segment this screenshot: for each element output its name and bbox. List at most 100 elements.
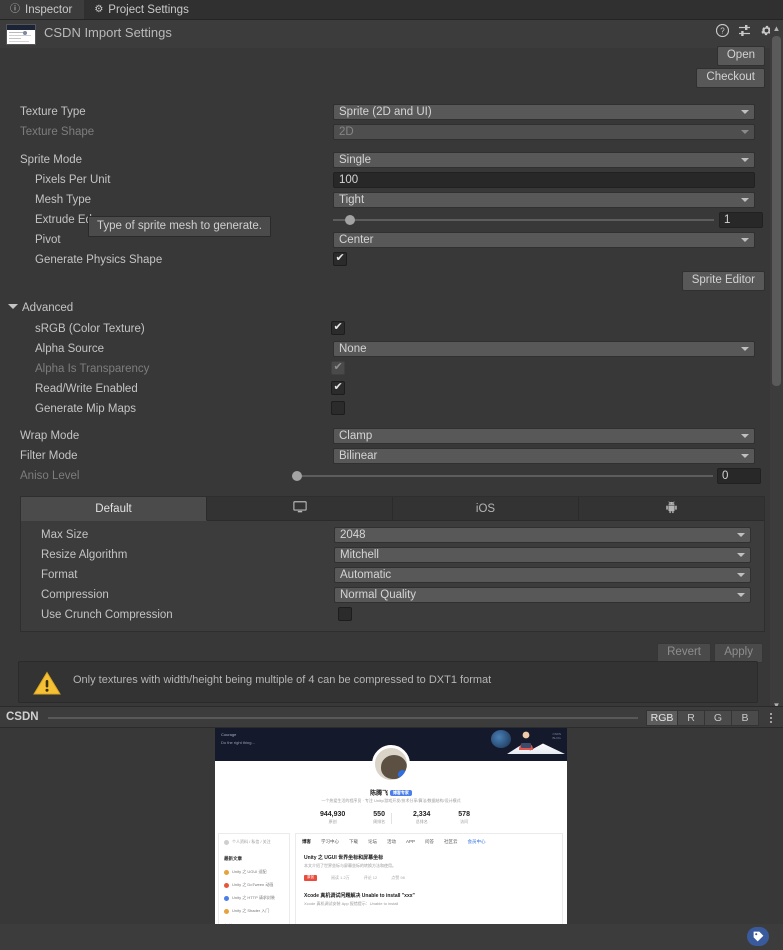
row-read-write-enabled: Read/Write Enabled bbox=[0, 379, 770, 399]
field-texture-type[interactable]: Sprite (2D and UI) bbox=[333, 104, 755, 120]
use-crunch-compression-checkbox[interactable] bbox=[338, 607, 352, 621]
field-pivot[interactable]: Center bbox=[333, 232, 755, 248]
label-generate-physics-shape: Generate Physics Shape bbox=[35, 254, 163, 266]
field-compression[interactable]: Normal Quality bbox=[334, 587, 751, 603]
profile-name-text: 陈腾飞 bbox=[370, 791, 389, 797]
preview-bar-divider bbox=[48, 717, 638, 719]
sidebar-heading: 最新文章 bbox=[224, 856, 242, 861]
sprite-mode-dropdown[interactable]: Single bbox=[333, 152, 755, 168]
field-wrap-mode[interactable]: Clamp bbox=[333, 428, 755, 444]
chevron-down-icon bbox=[737, 553, 745, 557]
compression-dropdown[interactable]: Normal Quality bbox=[334, 587, 751, 603]
preview-left-panel: 个人资料 / 私信 / 关注 最新文章 Unity 之 UGUI 适配 Unit… bbox=[218, 833, 290, 931]
scroll-up-icon[interactable]: ▲ bbox=[770, 22, 783, 35]
sprite-editor-button[interactable]: Sprite Editor bbox=[681, 271, 765, 291]
label-sprite-mode: Sprite Mode bbox=[20, 154, 83, 166]
mesh-type-dropdown[interactable]: Tight bbox=[333, 192, 755, 208]
field-max-size[interactable]: 2048 bbox=[334, 527, 751, 543]
chevron-down-icon bbox=[737, 533, 745, 537]
info-icon: ⓘ bbox=[10, 3, 20, 15]
stat-label: 总排名 bbox=[415, 819, 428, 824]
channel-button-r[interactable]: R bbox=[678, 710, 705, 726]
alpha-source-dropdown[interactable]: None bbox=[333, 341, 755, 357]
texture-type-dropdown[interactable]: Sprite (2D and UI) bbox=[333, 104, 755, 120]
nav-item: 论坛 bbox=[368, 839, 377, 844]
platform-tab-default[interactable]: Default bbox=[21, 497, 207, 521]
stat-value: 550 bbox=[373, 811, 385, 818]
format-value: Automatic bbox=[340, 569, 392, 581]
chevron-down-icon bbox=[741, 434, 749, 438]
platform-tab-ios[interactable]: iOS bbox=[393, 497, 579, 521]
page-title: CSDN Import Settings bbox=[44, 25, 172, 40]
scrollbar-thumb[interactable] bbox=[772, 36, 781, 386]
advanced-label: Advanced bbox=[22, 302, 74, 314]
field-pixels-per-unit[interactable]: 100 bbox=[333, 172, 755, 188]
format-dropdown[interactable]: Automatic bbox=[334, 567, 751, 583]
wrap-mode-dropdown[interactable]: Clamp bbox=[333, 428, 755, 444]
texture-preview-area: Courage Do the right thing... CSDNBLOG bbox=[0, 728, 783, 950]
article-pill: 原创 bbox=[304, 875, 317, 881]
platform-tab-android[interactable] bbox=[579, 497, 764, 521]
label-filter-mode: Filter Mode bbox=[20, 450, 78, 462]
field-mesh-type[interactable]: Tight bbox=[333, 192, 755, 208]
extrude-edges-slider[interactable] bbox=[333, 212, 714, 228]
chevron-down-icon bbox=[741, 198, 749, 202]
apply-button[interactable]: Apply bbox=[714, 643, 763, 663]
stat-value: 578 bbox=[458, 811, 470, 818]
mesh-type-value: Tight bbox=[339, 194, 365, 206]
open-button[interactable]: Open bbox=[716, 46, 765, 66]
label-resize-algorithm: Resize Algorithm bbox=[41, 549, 128, 561]
chevron-down-icon bbox=[741, 110, 749, 114]
tab-inspector[interactable]: ⓘ Inspector bbox=[0, 0, 85, 19]
banner-line-2: Do the right thing... bbox=[221, 740, 255, 745]
field-format[interactable]: Automatic bbox=[334, 567, 751, 583]
chevron-down-icon bbox=[741, 130, 749, 134]
label-aniso-level: Aniso Level bbox=[20, 470, 80, 482]
row-use-crunch-compression: Use Crunch Compression bbox=[21, 605, 783, 625]
read-write-enabled-checkbox[interactable] bbox=[331, 380, 345, 395]
banner-brand-text: CSDN BLOG bbox=[552, 732, 561, 740]
article-subtitle: Xcode 真机调试安装 App 报错提示：Unable to install bbox=[304, 901, 399, 906]
stat-value: 944,930 bbox=[320, 811, 346, 818]
extrude-edges-value[interactable]: 1 bbox=[719, 212, 763, 228]
help-icon[interactable]: ? bbox=[716, 24, 729, 37]
row-aniso-level: Aniso Level 0 bbox=[0, 466, 770, 486]
field-alpha-source[interactable]: None bbox=[333, 341, 755, 357]
advanced-foldout[interactable]: Advanced bbox=[8, 298, 73, 318]
channel-button-b[interactable]: B bbox=[732, 710, 759, 726]
channel-button-rgb[interactable]: RGB bbox=[646, 710, 678, 726]
srgb-checkbox[interactable] bbox=[331, 320, 345, 335]
field-sprite-mode[interactable]: Single bbox=[333, 152, 755, 168]
header-icon-group: ? bbox=[716, 24, 773, 37]
preset-icon[interactable] bbox=[738, 24, 751, 37]
chevron-down-icon bbox=[8, 304, 18, 309]
stat-item: 2,334 总排名 bbox=[413, 811, 431, 825]
slider-knob[interactable] bbox=[345, 215, 355, 225]
generate-mip-maps-checkbox[interactable] bbox=[331, 401, 345, 415]
tab-project-settings[interactable]: ⚙ Project Settings bbox=[84, 0, 201, 19]
platform-tab-default-label: Default bbox=[95, 502, 132, 515]
pixels-per-unit-input[interactable]: 100 bbox=[333, 172, 755, 188]
field-resize-algorithm[interactable]: Mitchell bbox=[334, 547, 751, 563]
checkout-button[interactable]: Checkout bbox=[696, 68, 765, 88]
field-filter-mode[interactable]: Bilinear bbox=[333, 448, 755, 464]
max-size-dropdown[interactable]: 2048 bbox=[334, 527, 751, 543]
revert-button[interactable]: Revert bbox=[657, 643, 711, 663]
kebab-menu-icon[interactable] bbox=[764, 710, 778, 726]
max-size-value: 2048 bbox=[340, 529, 366, 541]
platform-tab-standalone[interactable] bbox=[207, 497, 393, 521]
pivot-dropdown[interactable]: Center bbox=[333, 232, 755, 248]
stat-label: 周排名 bbox=[373, 819, 386, 824]
channel-button-g[interactable]: G bbox=[705, 710, 732, 726]
preview-header-bar: CSDN RGB R G B bbox=[0, 706, 783, 728]
resize-algorithm-dropdown[interactable]: Mitchell bbox=[334, 547, 751, 563]
generate-physics-shape-checkbox[interactable] bbox=[333, 251, 347, 266]
profile-badge: 博客专家 bbox=[389, 790, 412, 796]
platform-tab-ios-label: iOS bbox=[475, 502, 496, 515]
texture-shape-value: 2D bbox=[339, 126, 354, 138]
filter-mode-dropdown[interactable]: Bilinear bbox=[333, 448, 755, 464]
tag-icon[interactable] bbox=[747, 927, 769, 946]
stat-item: 944,930 原创 bbox=[320, 811, 345, 825]
label-compression: Compression bbox=[41, 589, 109, 601]
alpha-source-value: None bbox=[339, 343, 367, 355]
